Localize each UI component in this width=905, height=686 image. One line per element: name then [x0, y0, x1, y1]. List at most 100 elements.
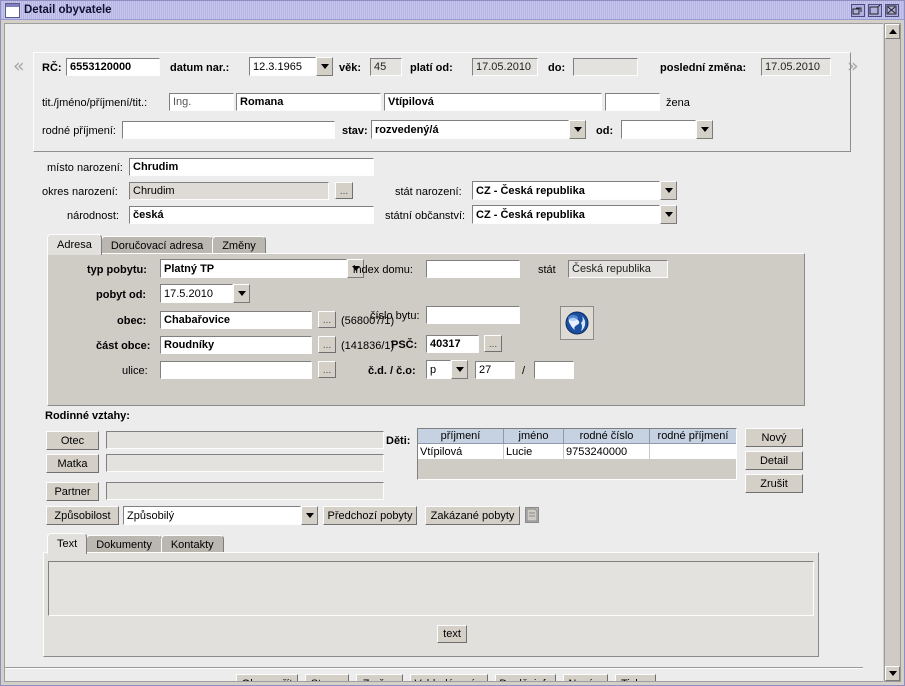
chevron-down-icon[interactable]: [660, 181, 677, 200]
capacity-button[interactable]: Způsobilost: [46, 506, 119, 525]
close-icon[interactable]: [885, 3, 899, 17]
status-combo[interactable]: rozvedený/á: [371, 120, 586, 139]
flat-number-input[interactable]: [426, 306, 520, 324]
forbidden-stays-button[interactable]: Zakázané pobyty: [425, 506, 520, 525]
maximize-icon[interactable]: [868, 3, 882, 17]
zip-browse-button[interactable]: ...: [484, 335, 502, 352]
chevron-down-icon[interactable]: [316, 57, 333, 76]
municipality-browse-button[interactable]: ...: [318, 311, 336, 328]
status-from-value[interactable]: [621, 120, 696, 139]
scrollbar-track[interactable]: [885, 39, 900, 666]
stay-since-label: pobyt od:: [96, 289, 147, 301]
nationality-input[interactable]: česká: [129, 206, 374, 224]
vertical-scrollbar[interactable]: [884, 23, 901, 682]
footer-divider: [5, 667, 863, 669]
bottom-panel: text: [43, 552, 819, 657]
changes-button[interactable]: Změny: [356, 674, 403, 681]
scroll-down-icon[interactable]: [885, 666, 900, 681]
chevron-down-icon[interactable]: [696, 120, 713, 139]
text-button[interactable]: text: [437, 625, 467, 643]
status-value[interactable]: rozvedený/á: [371, 120, 569, 139]
child-new-button[interactable]: Nový: [745, 428, 803, 447]
address-state-label: stát: [538, 264, 556, 276]
partner-button[interactable]: Partner: [46, 482, 99, 501]
street-browse-button[interactable]: ...: [318, 361, 336, 378]
citizenship-label: státní občanství:: [385, 210, 466, 222]
birth-district-browse-button[interactable]: ...: [335, 182, 353, 199]
municipality-part-browse-button[interactable]: ...: [318, 336, 336, 353]
child-delete-button[interactable]: Zrušit: [745, 474, 803, 493]
birth-state-value[interactable]: CZ - Česká republika: [472, 181, 660, 200]
previous-record-icon[interactable]: «: [13, 57, 25, 76]
cell-jmeno: Lucie: [504, 444, 564, 459]
new-button[interactable]: Nový...: [563, 674, 608, 681]
globe-icon[interactable]: [560, 306, 594, 340]
street-input[interactable]: [160, 361, 312, 379]
status-from-combo[interactable]: [621, 120, 713, 139]
titlebar-filler: [118, 1, 851, 19]
form-pane: « » RČ: 6553120000 datum nar.: 12.3.1965…: [4, 23, 883, 682]
chevron-down-icon[interactable]: [451, 360, 468, 379]
title-before-input[interactable]: Ing.: [169, 93, 234, 111]
chevron-down-icon[interactable]: [660, 205, 677, 224]
municipality-input[interactable]: Chabařovice: [160, 311, 312, 329]
orientation-number-input[interactable]: [534, 361, 574, 379]
column-rodne-prijmeni[interactable]: rodné příjmení: [650, 429, 736, 444]
municipality-part-input[interactable]: Roudníky: [160, 336, 312, 354]
chevron-down-icon[interactable]: [233, 284, 250, 303]
text-area[interactable]: [48, 561, 814, 616]
stay-since-value[interactable]: 17.5.2010: [160, 284, 233, 303]
column-jmeno[interactable]: jméno: [504, 429, 564, 444]
last-change-value: 17.05.2010: [761, 58, 831, 76]
zip-input[interactable]: 40317: [426, 335, 479, 353]
birthdate-combo[interactable]: 12.3.1965: [249, 57, 333, 76]
relations-section: Rodinné vztahy: Otec Matka Partner Způso…: [43, 410, 803, 530]
ok-close-button[interactable]: Ok-uzavřít: [236, 674, 298, 681]
house-number-type-combo[interactable]: p: [426, 360, 468, 379]
chevron-down-icon[interactable]: [569, 120, 586, 139]
last-name-input[interactable]: Vtípilová: [384, 93, 602, 111]
flat-number-label: číslo bytu:: [370, 310, 420, 322]
column-rodne-cislo[interactable]: rodné číslo: [564, 429, 650, 444]
birth-state-combo[interactable]: CZ - Česká republika: [472, 181, 677, 200]
house-index-input[interactable]: [426, 260, 520, 278]
child-detail-button[interactable]: Detail: [745, 451, 803, 470]
citizenship-combo[interactable]: CZ - Česká republika: [472, 205, 677, 224]
first-name-input[interactable]: Romana: [236, 93, 381, 111]
restore-icon[interactable]: [851, 3, 865, 17]
previous-stays-button[interactable]: Předchozí pobyty: [323, 506, 417, 525]
children-table[interactable]: příjmení jméno rodné číslo rodné příjmen…: [417, 428, 737, 480]
scroll-up-icon[interactable]: [885, 24, 900, 39]
birth-place-input[interactable]: Chrudim: [129, 158, 374, 176]
stay-since-combo[interactable]: 17.5.2010: [160, 284, 250, 303]
stay-type-combo[interactable]: Platný TP: [160, 259, 364, 278]
tab-text[interactable]: Text: [47, 533, 88, 554]
age-value: 45: [370, 58, 402, 76]
house-number-separator: /: [522, 365, 526, 377]
additional-info-button[interactable]: Doplň. info: [495, 674, 556, 681]
birth-state-label: stát narození:: [395, 186, 462, 198]
house-number-type-value[interactable]: p: [426, 360, 451, 379]
tab-adresa[interactable]: Adresa: [47, 234, 102, 255]
cell-rodne-cislo: 9753240000: [564, 444, 650, 459]
stay-type-value[interactable]: Platný TP: [160, 259, 347, 278]
mother-button[interactable]: Matka: [46, 454, 99, 473]
capacity-value[interactable]: Způsobilý: [123, 506, 301, 525]
municipality-label: obec:: [117, 315, 147, 327]
search-button[interactable]: Vyhledávaní...: [410, 674, 488, 681]
title-after-input[interactable]: [605, 93, 660, 111]
note-icon[interactable]: [525, 507, 539, 523]
father-button[interactable]: Otec: [46, 431, 99, 450]
table-row[interactable]: Vtípilová Lucie 9753240000: [418, 444, 736, 459]
cancel-button[interactable]: Storno: [305, 674, 349, 681]
house-number-input[interactable]: 27: [475, 361, 515, 379]
maiden-input[interactable]: [122, 121, 335, 139]
citizenship-value[interactable]: CZ - Česká republika: [472, 205, 660, 224]
rc-input[interactable]: 6553120000: [66, 58, 160, 76]
print-button[interactable]: Tisk...: [615, 674, 656, 681]
capacity-combo[interactable]: Způsobilý: [123, 506, 318, 525]
birthdate-input[interactable]: 12.3.1965: [249, 57, 316, 76]
column-prijmeni[interactable]: příjmení: [418, 429, 504, 444]
chevron-down-icon[interactable]: [301, 506, 318, 525]
status-label: stav:: [342, 125, 368, 137]
